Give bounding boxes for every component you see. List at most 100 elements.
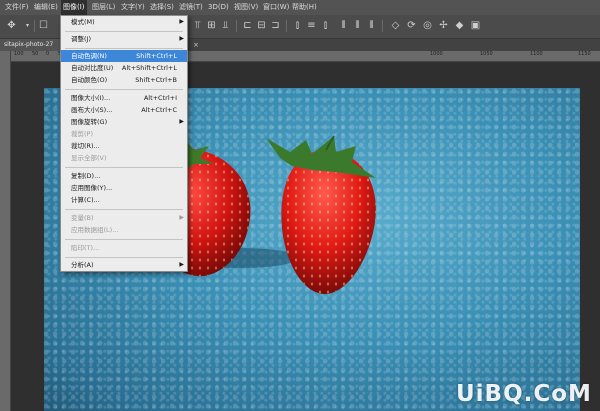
menu-layer[interactable]: 图层(L) xyxy=(90,0,117,15)
scale-icon[interactable]: ▣ xyxy=(470,20,481,31)
menu-item-crop: 裁剪(P) xyxy=(61,128,187,140)
checkbox-icon[interactable]: ☐ xyxy=(38,20,49,31)
distribute-left-icon[interactable]: ⦀ xyxy=(338,20,349,31)
menu-item-label: 显示全部(V) xyxy=(71,154,107,162)
move-tool-icon[interactable]: ✥ xyxy=(6,20,17,31)
orbit-icon[interactable]: ⟳ xyxy=(406,20,417,31)
watermark-logo: UiBQ.CoM xyxy=(456,381,592,407)
menu-item-auto-color[interactable]: 自动颜色(O) Shift+Ctrl+B xyxy=(61,74,187,86)
distribute-hcenter-icon[interactable]: ⦀ xyxy=(352,20,363,31)
menu-filter[interactable]: 滤镜(T) xyxy=(177,0,205,15)
menu-divider xyxy=(65,257,183,258)
distribute-right-icon[interactable]: ⦀ xyxy=(366,20,377,31)
menu-item-shortcut: Alt+Shift+Ctrl+L xyxy=(121,64,177,72)
align-right-icon[interactable]: ⊐ xyxy=(270,20,281,31)
menu-item-label: 复制(D)... xyxy=(71,172,101,180)
menu-item-analysis[interactable]: 分析(A) ▶ xyxy=(61,259,187,271)
menu-item-label: 应用图像(Y)... xyxy=(71,184,113,192)
menu-item-auto-tone[interactable]: 自动色调(N) Shift+Ctrl+L xyxy=(61,50,187,62)
menu-item-shortcut: Shift+Ctrl+L xyxy=(136,52,177,60)
close-icon[interactable]: × xyxy=(193,39,199,51)
distribute-vcenter-icon[interactable]: ≡ xyxy=(306,20,317,31)
menu-divider xyxy=(65,239,183,240)
menu-item-label: 陷印(T)... xyxy=(71,244,100,252)
ruler-tick-label: 100 xyxy=(14,51,24,57)
menu-item-calculations[interactable]: 计算(C)... xyxy=(61,194,187,206)
ruler-tick-label: 1100 xyxy=(530,51,543,57)
align-top-icon[interactable]: ⫪ xyxy=(192,20,203,31)
chevron-right-icon: ▶ xyxy=(179,261,184,268)
menu-bar: 文件(F) 编辑(E) 图像(I) 图层(L) 文字(Y) 选择(S) 滤镜(T… xyxy=(0,0,600,16)
menu-item-adjustments[interactable]: 调整(J) ▶ xyxy=(61,33,187,45)
menu-image[interactable]: 图像(I) xyxy=(61,0,87,15)
document-tab[interactable]: sitapix-photo-27 xyxy=(0,39,66,51)
menu-help[interactable]: 帮助(H) xyxy=(290,0,319,15)
menu-item-label: 画布大小(S)... xyxy=(71,106,113,114)
menu-divider xyxy=(65,48,183,49)
menu-item-apply-data-set: 应用数据组(L)... xyxy=(61,224,187,236)
roll-icon[interactable]: ◎ xyxy=(422,20,433,31)
menu-item-apply-image[interactable]: 应用图像(Y)... xyxy=(61,182,187,194)
strawberry-right xyxy=(266,135,376,295)
menu-window[interactable]: 窗口(W) xyxy=(261,0,291,15)
align-left-icon[interactable]: ⊏ xyxy=(242,20,253,31)
menu-item-shortcut: Alt+Ctrl+I xyxy=(143,94,177,102)
toolbar-divider xyxy=(236,20,237,32)
menu-divider xyxy=(65,167,183,168)
align-bottom-icon[interactable]: ⫫ xyxy=(220,20,231,31)
menu-view[interactable]: 视图(V) xyxy=(232,0,260,15)
menu-item-label: 自动颜色(O) xyxy=(71,76,108,84)
menu-item-label: 计算(C)... xyxy=(71,196,100,204)
chevron-down-icon[interactable]: ▾ xyxy=(22,20,33,31)
3d-mode-icon[interactable]: ◇ xyxy=(390,20,401,31)
ruler-tick-label: 1050 xyxy=(480,51,493,57)
chevron-right-icon: ▶ xyxy=(179,118,184,125)
menu-item-label: 模式(M) xyxy=(71,18,95,26)
chevron-right-icon: ▶ xyxy=(179,35,184,42)
ruler-tick-label: 0 xyxy=(46,51,50,57)
menu-item-label: 图像旋转(G) xyxy=(71,118,108,126)
menu-item-trim[interactable]: 裁切(R)... xyxy=(61,140,187,152)
ruler-tick-label: 50 xyxy=(32,51,39,57)
menu-item-label: 自动色调(N) xyxy=(71,52,107,60)
ruler-tick-label: 1150 xyxy=(578,51,591,57)
menu-item-label: 变量(B) xyxy=(71,214,94,222)
menu-item-label: 自动对比度(U) xyxy=(71,64,114,72)
menu-3d[interactable]: 3D(D) xyxy=(206,0,231,15)
menu-item-label: 图像大小(I)... xyxy=(71,94,111,102)
chevron-right-icon: ▶ xyxy=(179,214,184,221)
toolbar-divider xyxy=(34,20,35,32)
slide-icon[interactable]: ◆ xyxy=(454,20,465,31)
menu-select[interactable]: 选择(S) xyxy=(148,0,176,15)
menu-item-shortcut: Shift+Ctrl+B xyxy=(135,76,177,84)
menu-item-canvas-size[interactable]: 画布大小(S)... Alt+Ctrl+C xyxy=(61,104,187,116)
menu-item-mode[interactable]: 模式(M) ▶ xyxy=(61,16,187,28)
menu-divider xyxy=(65,89,183,90)
align-vcenter-icon[interactable]: ⊞ xyxy=(206,20,217,31)
menu-item-label: 应用数据组(L)... xyxy=(71,226,119,234)
menu-item-trap: 陷印(T)... xyxy=(61,242,187,254)
distribute-top-icon[interactable]: ⫾ xyxy=(292,20,303,31)
align-hcenter-icon[interactable]: ⊟ xyxy=(256,20,267,31)
image-menu-dropdown: 模式(M) ▶ 调整(J) ▶ 自动色调(N) Shift+Ctrl+L 自动对… xyxy=(60,15,188,272)
menu-item-duplicate[interactable]: 复制(D)... xyxy=(61,170,187,182)
menu-edit[interactable]: 编辑(E) xyxy=(32,0,60,15)
toolbar-divider xyxy=(286,20,287,32)
menu-divider xyxy=(65,209,183,210)
menu-item-shortcut: Alt+Ctrl+C xyxy=(141,106,177,114)
menu-item-auto-contrast[interactable]: 自动对比度(U) Alt+Shift+Ctrl+L xyxy=(61,62,187,74)
chevron-right-icon: ▶ xyxy=(179,18,184,25)
distribute-bottom-icon[interactable]: ⫾ xyxy=(320,20,331,31)
menu-item-label: 调整(J) xyxy=(71,35,91,43)
menu-item-image-rotation[interactable]: 图像旋转(G) ▶ xyxy=(61,116,187,128)
left-ruler xyxy=(0,51,11,411)
menu-divider xyxy=(65,31,183,32)
menu-item-reveal-all: 显示全部(V) xyxy=(61,152,187,164)
pan-icon[interactable]: ✢ xyxy=(438,20,449,31)
menu-file[interactable]: 文件(F) xyxy=(3,0,31,15)
menu-item-label: 裁切(R)... xyxy=(71,142,100,150)
ruler-tick-label: 1000 xyxy=(430,51,443,57)
menu-item-variables: 变量(B) ▶ xyxy=(61,212,187,224)
menu-item-image-size[interactable]: 图像大小(I)... Alt+Ctrl+I xyxy=(61,92,187,104)
menu-type[interactable]: 文字(Y) xyxy=(119,0,147,15)
